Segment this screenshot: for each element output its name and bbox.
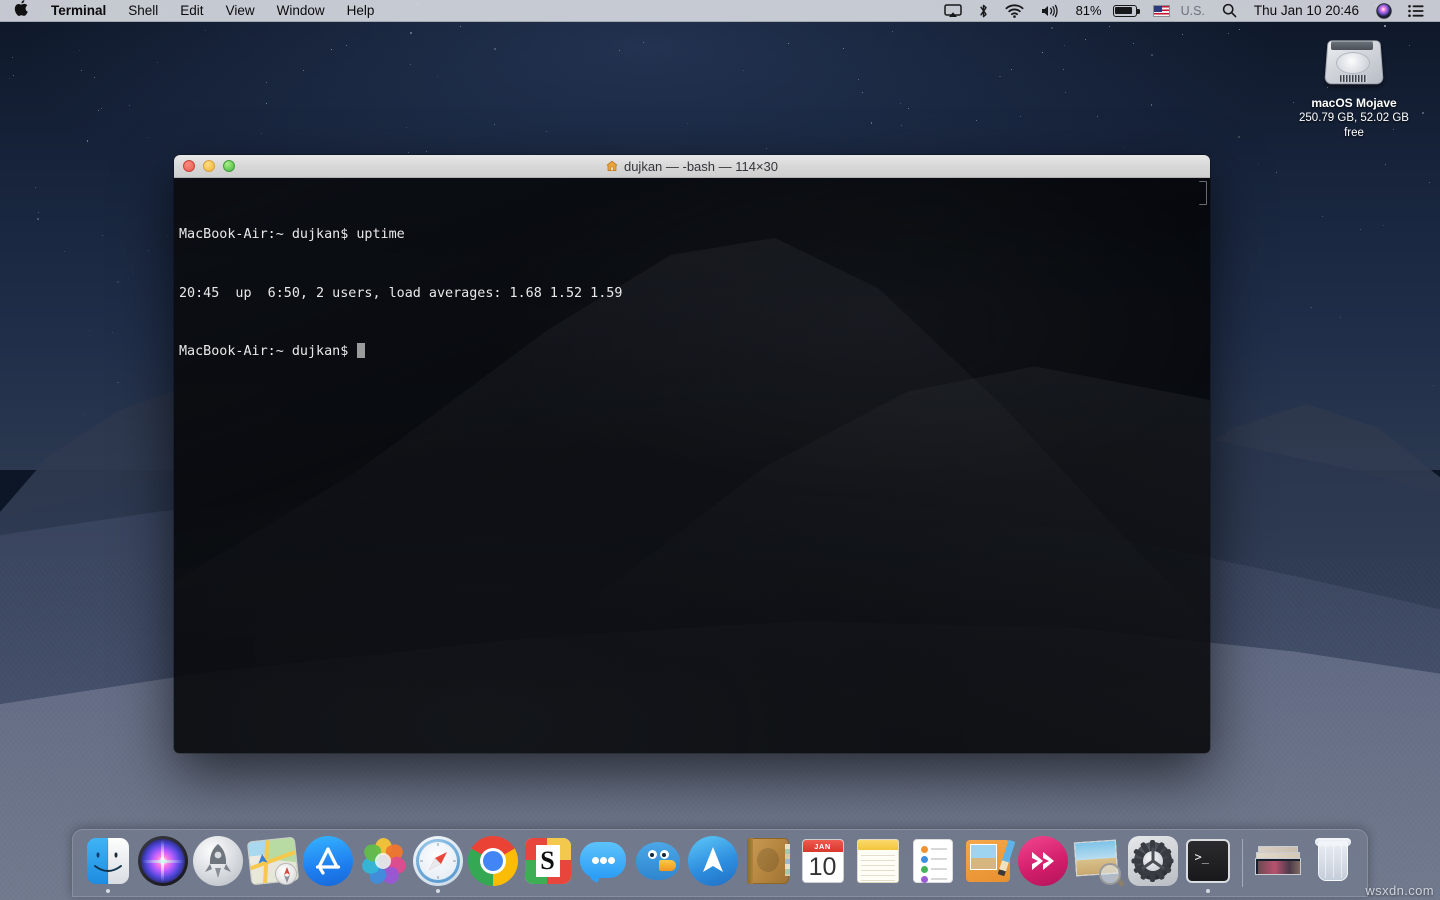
maps-icon bbox=[248, 836, 298, 886]
siri-icon bbox=[138, 836, 188, 886]
downloads-stack-icon bbox=[1253, 836, 1303, 886]
calendar-icon: JAN 10 bbox=[798, 836, 848, 886]
dock-item-downloads-stack[interactable] bbox=[1250, 828, 1305, 896]
calendar-day-label: 10 bbox=[803, 852, 843, 882]
terminal-title-bar[interactable]: dujkan — -bash — 114×30 bbox=[174, 155, 1210, 178]
preview-editor-icon bbox=[963, 836, 1013, 886]
notification-center-icon[interactable] bbox=[1400, 0, 1432, 22]
launchpad-icon bbox=[193, 836, 243, 886]
dock-item-finder[interactable] bbox=[80, 828, 135, 896]
menu-bar: Terminal Shell Edit View Window Help bbox=[0, 0, 1440, 22]
terminal-line-3: MacBook-Air:~ dujkan$ bbox=[179, 342, 1200, 362]
terminal-window[interactable]: dujkan — -bash — 114×30 MacBook-Air:~ du… bbox=[174, 155, 1210, 753]
terminal-app-icon: >_ bbox=[1183, 836, 1233, 886]
dock-item-tweetbot[interactable] bbox=[630, 828, 685, 896]
menu-terminal[interactable]: Terminal bbox=[40, 0, 117, 22]
dock-item-spark[interactable] bbox=[685, 828, 740, 896]
bluetooth-icon[interactable] bbox=[970, 0, 997, 22]
system-preferences-gear-icon bbox=[1128, 836, 1178, 886]
terminal-content[interactable]: MacBook-Air:~ dujkan$ uptime 20:45 up 6:… bbox=[174, 178, 1210, 753]
dock-item-app-store[interactable] bbox=[300, 828, 355, 896]
terminal-line-1: MacBook-Air:~ dujkan$ uptime bbox=[179, 225, 1200, 245]
notes-icon bbox=[853, 836, 903, 886]
us-flag-icon[interactable] bbox=[1145, 0, 1178, 22]
home-folder-icon bbox=[606, 160, 618, 172]
wifi-icon[interactable] bbox=[997, 0, 1032, 22]
terminal-prompt: MacBook-Air:~ dujkan$ bbox=[179, 344, 356, 359]
dock-item-siri[interactable] bbox=[135, 828, 190, 896]
dock-item-chrome[interactable] bbox=[465, 828, 520, 896]
dock-item-reminders[interactable] bbox=[905, 828, 960, 896]
battery-percent-label: 81% bbox=[1068, 3, 1105, 18]
close-button[interactable] bbox=[183, 160, 195, 172]
battery-icon[interactable] bbox=[1105, 0, 1145, 22]
contacts-book-icon bbox=[743, 836, 793, 886]
dock-item-launchpad[interactable] bbox=[190, 828, 245, 896]
dock-item-calendar[interactable]: JAN 10 bbox=[795, 828, 850, 896]
menu-bar-clock[interactable]: Thu Jan 10 20:46 bbox=[1245, 3, 1368, 18]
dock-item-system-preferences[interactable] bbox=[1125, 828, 1180, 896]
terminal-cursor bbox=[357, 343, 365, 358]
dock-separator bbox=[1242, 839, 1243, 887]
running-indicator bbox=[1206, 889, 1210, 893]
dock-item-trash[interactable] bbox=[1305, 828, 1360, 896]
dock[interactable]: S bbox=[72, 829, 1368, 897]
slack-icon: S bbox=[523, 836, 573, 886]
drive-capacity-label: 250.79 GB, 52.02 GB free bbox=[1288, 111, 1420, 141]
dock-item-maps[interactable] bbox=[245, 828, 300, 896]
menu-bar-status-area: 81% U.S. Thu Jan 10 20:46 bbox=[936, 0, 1440, 22]
siri-icon[interactable] bbox=[1368, 0, 1400, 22]
dock-item-photos[interactable] bbox=[355, 828, 410, 896]
window-controls bbox=[174, 160, 235, 172]
minimize-button[interactable] bbox=[203, 160, 215, 172]
twitter-bird-icon bbox=[633, 836, 683, 886]
terminal-output: MacBook-Air:~ dujkan$ uptime 20:45 up 6:… bbox=[179, 186, 1200, 401]
dock-item-preview-editor[interactable] bbox=[960, 828, 1015, 896]
dock-item-notes[interactable] bbox=[850, 828, 905, 896]
terminal-line-2: 20:45 up 6:50, 2 users, load averages: 1… bbox=[179, 284, 1200, 304]
terminal-wallpaper-bleed-2 bbox=[414, 358, 1210, 753]
chrome-icon bbox=[468, 836, 518, 886]
dock-item-safari[interactable] bbox=[410, 828, 465, 896]
running-indicator bbox=[106, 889, 110, 893]
reminders-icon bbox=[908, 836, 958, 886]
downie-icon bbox=[1018, 836, 1068, 886]
terminal-title-text: dujkan — -bash — 114×30 bbox=[624, 159, 778, 174]
messages-icon bbox=[578, 836, 628, 886]
apple-menu-icon[interactable] bbox=[0, 0, 40, 22]
watermark: wsxdn.com bbox=[1365, 883, 1434, 898]
spark-icon bbox=[688, 836, 738, 886]
terminal-title-group: dujkan — -bash — 114×30 bbox=[174, 159, 1210, 174]
safari-icon bbox=[413, 836, 463, 886]
dock-item-contacts[interactable] bbox=[740, 828, 795, 896]
volume-icon[interactable] bbox=[1032, 0, 1068, 22]
input-source-label[interactable]: U.S. bbox=[1178, 4, 1214, 18]
zoom-button[interactable] bbox=[223, 160, 235, 172]
dock-item-slack[interactable]: S bbox=[520, 828, 575, 896]
terminal-scrollbar[interactable] bbox=[1199, 181, 1207, 205]
app-store-icon bbox=[303, 836, 353, 886]
running-indicator bbox=[436, 889, 440, 893]
image-capture-icon bbox=[1073, 836, 1123, 886]
finder-icon bbox=[83, 836, 133, 886]
menu-help[interactable]: Help bbox=[336, 0, 386, 22]
dock-item-image-capture[interactable] bbox=[1070, 828, 1125, 896]
menu-bar-left: Terminal Shell Edit View Window Help bbox=[0, 0, 385, 22]
hard-drive-icon bbox=[1322, 30, 1386, 92]
menu-edit[interactable]: Edit bbox=[169, 0, 214, 22]
desktop-icon-macos-mojave[interactable]: macOS Mojave 250.79 GB, 52.02 GB free bbox=[1288, 30, 1420, 141]
airplay-icon[interactable] bbox=[936, 0, 970, 22]
photos-icon bbox=[358, 836, 408, 886]
menu-shell[interactable]: Shell bbox=[117, 0, 169, 22]
menu-window[interactable]: Window bbox=[266, 0, 336, 22]
drive-name-label: macOS Mojave bbox=[1288, 96, 1420, 111]
dock-item-terminal[interactable]: >_ bbox=[1180, 828, 1235, 896]
calendar-month-label: JAN bbox=[803, 840, 843, 852]
menu-view[interactable]: View bbox=[215, 0, 266, 22]
dock-item-downie[interactable] bbox=[1015, 828, 1070, 896]
desktop[interactable]: Terminal Shell Edit View Window Help bbox=[0, 0, 1440, 900]
trash-icon bbox=[1308, 836, 1358, 886]
spotlight-search-icon[interactable] bbox=[1214, 0, 1245, 22]
dock-item-messages[interactable] bbox=[575, 828, 630, 896]
